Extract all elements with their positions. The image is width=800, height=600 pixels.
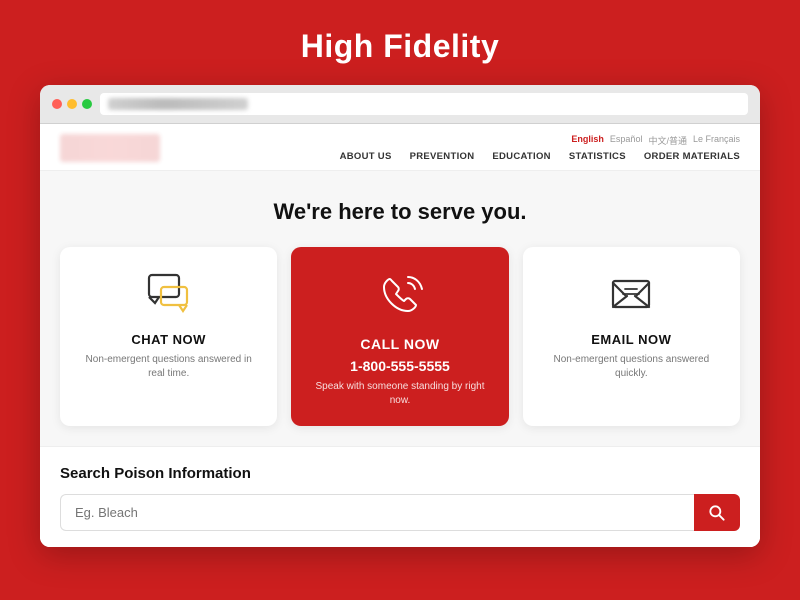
page-title: High Fidelity xyxy=(301,0,500,85)
chat-card-desc: Non-emergent questions answered in real … xyxy=(78,353,259,381)
fullscreen-dot[interactable] xyxy=(82,99,92,109)
phone-icon xyxy=(374,269,426,326)
lang-chinese[interactable]: 中文/普通 xyxy=(648,134,687,147)
search-bar xyxy=(60,494,740,531)
browser-window: English Español 中文/普通 Le Français ABOUT … xyxy=(40,85,760,547)
call-card-desc: Speak with someone standing by right now… xyxy=(309,380,490,408)
email-card[interactable]: EMAIL NOW Non-emergent questions answere… xyxy=(523,247,740,426)
nav-right: English Español 中文/普通 Le Français ABOUT … xyxy=(340,134,740,162)
nav-prevention[interactable]: PREVENTION xyxy=(410,151,475,162)
email-icon xyxy=(607,269,655,322)
lang-french[interactable]: Le Français xyxy=(693,134,740,147)
browser-chrome xyxy=(40,85,760,124)
email-card-title: EMAIL NOW xyxy=(591,332,671,347)
nav-links: ABOUT US PREVENTION EDUCATION STATISTICS… xyxy=(340,151,740,162)
search-icon xyxy=(707,503,727,523)
call-card-phone: 1-800-555-5555 xyxy=(350,358,450,374)
browser-dots xyxy=(52,99,92,109)
navigation: English Español 中文/普通 Le Français ABOUT … xyxy=(40,124,760,171)
nav-about-us[interactable]: ABOUT US xyxy=(340,151,392,162)
hero-section: We're here to serve you. CHAT NOW Non- xyxy=(40,171,760,446)
chat-card-title: CHAT NOW xyxy=(131,332,206,347)
call-card-title: CALL NOW xyxy=(360,336,439,352)
nav-statistics[interactable]: STATISTICS xyxy=(569,151,626,162)
nav-education[interactable]: EDUCATION xyxy=(492,151,550,162)
minimize-dot[interactable] xyxy=(67,99,77,109)
close-dot[interactable] xyxy=(52,99,62,109)
language-selector: English Español 中文/普通 Le Français xyxy=(571,134,740,147)
search-input[interactable] xyxy=(60,494,694,531)
url-text xyxy=(108,98,248,110)
nav-order-materials[interactable]: ORDER MATERIALS xyxy=(644,151,740,162)
email-card-desc: Non-emergent questions answered quickly. xyxy=(541,353,722,381)
website-content: English Español 中文/普通 Le Français ABOUT … xyxy=(40,124,760,547)
call-card[interactable]: CALL NOW 1-800-555-5555 Speak with someo… xyxy=(291,247,508,426)
lang-english[interactable]: English xyxy=(571,134,604,147)
search-section-title: Search Poison Information xyxy=(60,465,740,482)
hero-title: We're here to serve you. xyxy=(273,199,526,225)
lang-espanol[interactable]: Español xyxy=(610,134,643,147)
chat-card[interactable]: CHAT NOW Non-emergent questions answered… xyxy=(60,247,277,426)
cards-row: CHAT NOW Non-emergent questions answered… xyxy=(60,247,740,426)
search-button[interactable] xyxy=(694,494,740,531)
chat-icon xyxy=(145,269,193,322)
site-logo xyxy=(60,134,160,162)
search-section: Search Poison Information xyxy=(40,446,760,547)
address-bar[interactable] xyxy=(100,93,748,115)
